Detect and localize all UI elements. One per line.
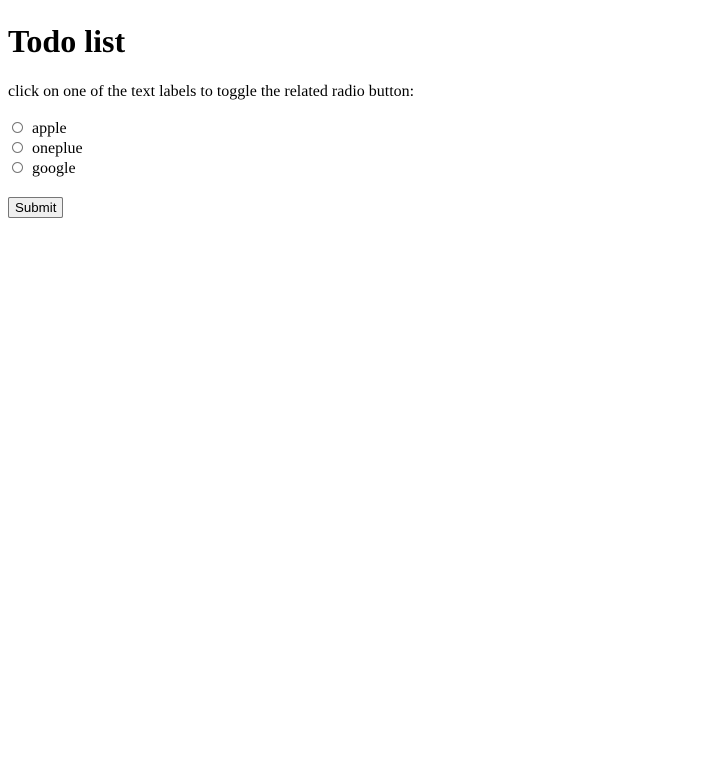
option-label-google[interactable]: google — [32, 159, 76, 179]
option-apple[interactable]: apple — [8, 119, 717, 139]
radio-apple[interactable] — [12, 121, 23, 133]
radio-oneplue[interactable] — [12, 141, 23, 153]
option-label-apple[interactable]: apple — [32, 119, 67, 139]
option-label-oneplue[interactable]: oneplue — [32, 139, 83, 159]
page-title: Todo list — [8, 23, 126, 59]
instructions-text: click on one of the text labels to toggl… — [8, 83, 415, 100]
radio-group: apple oneplue google — [8, 119, 717, 179]
option-google[interactable]: google — [8, 159, 717, 179]
page: Todo list click on one of the text label… — [0, 21, 725, 218]
submit-button[interactable]: Submit — [8, 197, 64, 218]
option-oneplue[interactable]: oneplue — [8, 139, 717, 159]
radio-google[interactable] — [12, 161, 23, 173]
